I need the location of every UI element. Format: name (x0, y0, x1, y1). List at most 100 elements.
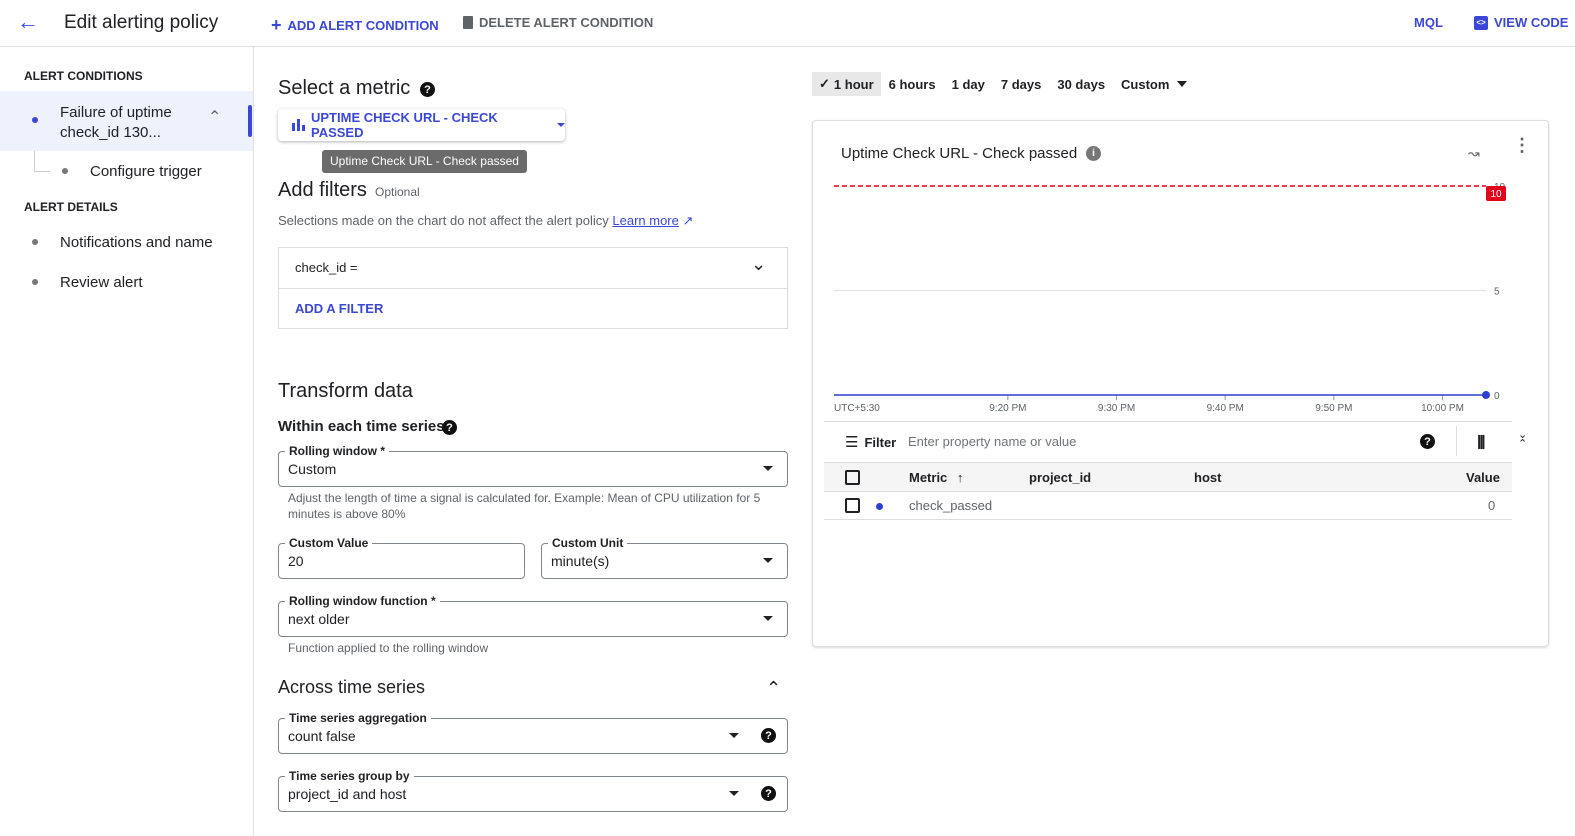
column-label: Metric (909, 470, 948, 485)
field-label: Custom Unit (548, 536, 628, 550)
time-range-label: Custom (1121, 76, 1170, 92)
time-range-6h[interactable]: 6 hours (881, 77, 944, 92)
sidebar-item-condition[interactable]: Failure of uptime check_id 130... ⌃ (0, 91, 253, 151)
top-bar: ← Edit alerting policy + ADD ALERT CONDIT… (0, 0, 1575, 47)
tree-line (34, 171, 50, 172)
column-header-metric[interactable]: Metric ↑ (909, 470, 963, 485)
view-code-label: VIEW CODE (1494, 15, 1569, 30)
help-icon[interactable]: ? (420, 82, 435, 97)
sidebar-item-notifications[interactable]: Notifications and name (60, 234, 213, 251)
field-label: Rolling window function * (285, 594, 440, 608)
threshold-label: 10 (1490, 189, 1502, 200)
check-icon: ✓ (819, 76, 830, 91)
add-filter-button[interactable]: ADD A FILTER (295, 301, 383, 316)
condition-label-line1: Failure of uptime (60, 104, 172, 121)
filter-box: check_id = ⌄ ADD A FILTER (278, 247, 788, 329)
time-range-7d[interactable]: 7 days (993, 77, 1049, 92)
column-header-project-id[interactable]: project_id (1029, 470, 1091, 485)
filter-row[interactable]: check_id = ⌄ (279, 248, 787, 289)
field-label: Rolling window * (285, 444, 389, 458)
time-range-1h[interactable]: ✓ 1 hour (812, 72, 881, 96)
field-label: Time series aggregation (285, 711, 431, 725)
time-range-30d[interactable]: 30 days (1049, 77, 1113, 92)
learn-more-link[interactable]: Learn more (612, 213, 678, 228)
sidebar-item-review[interactable]: Review alert (60, 274, 143, 291)
help-icon[interactable]: ? (442, 420, 457, 435)
field-value: next older (288, 611, 350, 627)
divider (1456, 426, 1457, 456)
add-filters-heading: Add filters (278, 179, 367, 201)
bullet-icon (32, 279, 38, 285)
caret-down-icon (729, 791, 739, 796)
time-range-label: 1 hour (833, 76, 874, 92)
filter-value: check_id = (295, 260, 358, 275)
chevron-up-icon[interactable]: ⌃ (208, 107, 221, 127)
column-header-host[interactable]: host (1194, 470, 1221, 485)
add-alert-condition-button[interactable]: + ADD ALERT CONDITION (271, 15, 439, 36)
bullet-icon (32, 239, 38, 245)
filter-input[interactable]: Enter property name or value (908, 434, 1076, 449)
filter-label: Filter (864, 434, 897, 450)
row-value: 0 (1488, 498, 1496, 513)
alert-conditions-heading: ALERT CONDITIONS (24, 69, 143, 83)
custom-unit-select[interactable]: Custom Unit minute(s) (541, 536, 788, 579)
field-value: count false (288, 728, 356, 744)
add-alert-condition-label: ADD ALERT CONDITION (287, 18, 439, 33)
field-value: project_id and host (288, 786, 407, 802)
custom-value-input[interactable]: Custom Value 20 (278, 536, 525, 579)
back-arrow-icon[interactable]: ← (17, 9, 39, 35)
transform-data-heading: Transform data (278, 380, 413, 402)
plus-icon: + (271, 15, 282, 35)
help-icon[interactable]: ? (761, 728, 776, 743)
field-label: Custom Value (285, 536, 373, 550)
y-tick-label: 0 (1494, 391, 1500, 402)
columns-icon[interactable]: ||| (1477, 433, 1485, 450)
code-icon: <> (1474, 15, 1488, 30)
time-range-custom[interactable]: Custom (1113, 77, 1195, 92)
alert-details-heading: ALERT DETAILS (24, 200, 118, 214)
chevron-down-icon[interactable]: ⌄ (751, 254, 766, 275)
group-by-select[interactable]: Time series group by project_id and host… (278, 769, 788, 812)
select-all-checkbox[interactable] (845, 470, 860, 485)
chevron-up-icon[interactable]: ⌃ (766, 678, 781, 699)
x-tick-label: 10:00 PM (1421, 403, 1464, 414)
timezone-label: UTC+5:30 (834, 403, 880, 414)
condition-label-line2: check_id 130... (60, 124, 161, 141)
mql-button[interactable]: MQL (1414, 15, 1443, 30)
row-checkbox[interactable] (845, 498, 860, 513)
trash-icon (463, 16, 473, 29)
table-row[interactable]: check_passed 0 (824, 492, 1512, 520)
explore-chart-icon[interactable]: ↝ (1468, 145, 1480, 162)
bullet-icon (32, 117, 38, 123)
caret-down-icon (763, 558, 773, 563)
field-value: 20 (288, 553, 304, 569)
more-options-icon[interactable]: ⋮ (1513, 136, 1531, 154)
field-value: Custom (288, 461, 337, 477)
rolling-window-select[interactable]: Rolling window * Custom (278, 444, 788, 487)
view-code-button[interactable]: <> VIEW CODE (1474, 15, 1568, 30)
caret-down-icon (763, 616, 773, 621)
delete-alert-condition-button[interactable]: DELETE ALERT CONDITION (463, 15, 653, 30)
time-range-selector: ✓ 1 hour 6 hours 1 day 7 days 30 days Cus… (812, 72, 1195, 96)
help-icon[interactable]: ? (761, 786, 776, 801)
aggregation-select[interactable]: Time series aggregation count false ? (278, 711, 788, 754)
sidebar-item-configure-trigger[interactable]: Configure trigger (90, 163, 202, 180)
page-title: Edit alerting policy (64, 12, 219, 33)
filters-hint: Selections made on the chart do not affe… (278, 213, 693, 229)
x-tick-label: 9:50 PM (1315, 403, 1352, 414)
info-icon[interactable]: i (1086, 146, 1101, 161)
select-metric-heading: Select a metric (278, 77, 411, 99)
column-header-value[interactable]: Value (1466, 470, 1500, 485)
sidebar: ALERT CONDITIONS Failure of uptime check_… (0, 47, 254, 836)
metric-selector-button[interactable]: UPTIME CHECK URL - CHECK PASSED (278, 109, 565, 141)
help-icon[interactable]: ? (1420, 434, 1435, 449)
condition-label: Failure of uptime check_id 130... (60, 103, 172, 143)
filters-hint-text: Selections made on the chart do not affe… (278, 213, 609, 228)
time-range-1d[interactable]: 1 day (944, 77, 993, 92)
rolling-window-function-select[interactable]: Rolling window function * next older (278, 594, 788, 637)
function-hint: Function applied to the rolling window (288, 641, 489, 655)
collapse-icon[interactable]: ⌄ ⌃ (1518, 430, 1527, 450)
caret-down-icon (729, 733, 739, 738)
sort-ascending-icon: ↑ (956, 470, 964, 485)
series-color-dot (876, 503, 883, 510)
